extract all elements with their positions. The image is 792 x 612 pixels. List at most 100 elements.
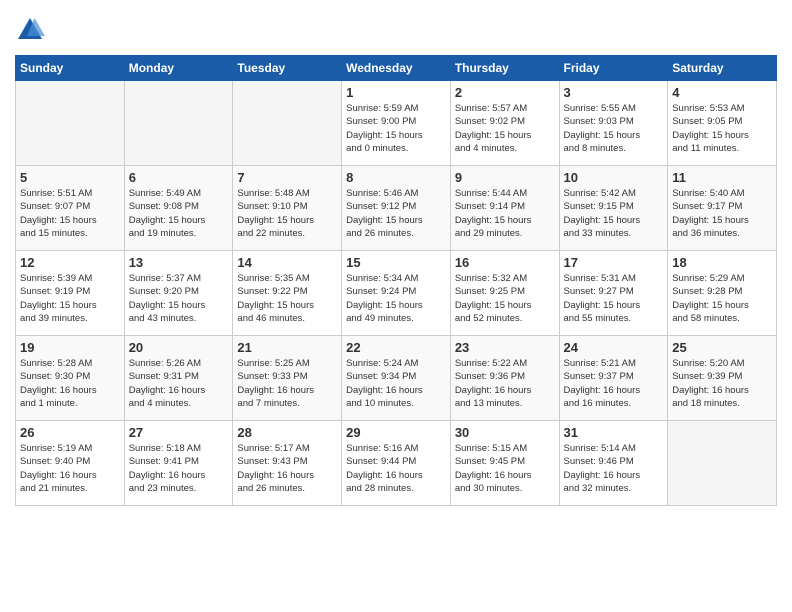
column-header-tuesday: Tuesday	[233, 56, 342, 81]
day-number: 21	[237, 340, 337, 355]
calendar-cell: 6Sunrise: 5:49 AM Sunset: 9:08 PM Daylig…	[124, 166, 233, 251]
calendar-cell: 29 Sunrise: 5:16 AM Sunset: 9:44 PM Dayli…	[342, 421, 451, 506]
day-info: Sunrise: 5:46 AM Sunset: 9:12 PM Dayligh…	[346, 187, 446, 240]
calendar-cell: 22 Sunrise: 5:24 AM Sunset: 9:34 PM Dayli…	[342, 336, 451, 421]
day-number: 8	[346, 170, 446, 185]
day-info: Sunrise: 5:44 AM Sunset: 9:14 PM Dayligh…	[455, 187, 555, 240]
calendar-cell: 4 Sunrise: 5:53 AM Sunset: 9:05 PM Daylig…	[668, 81, 777, 166]
day-info: Sunrise: 5:19 AM Sunset: 9:40 PM Dayligh…	[20, 442, 120, 495]
logo	[15, 15, 49, 45]
calendar-cell	[16, 81, 125, 166]
day-info: Sunrise: 5:55 AM Sunset: 9:03 PM Dayligh…	[564, 102, 664, 155]
day-info: Sunrise: 5:22 AM Sunset: 9:36 PM Dayligh…	[455, 357, 555, 410]
calendar-cell: 7 Sunrise: 5:48 AM Sunset: 9:10 PM Daylig…	[233, 166, 342, 251]
calendar-cell	[668, 421, 777, 506]
day-number: 28	[237, 425, 337, 440]
calendar-cell: 17 Sunrise: 5:31 AM Sunset: 9:27 PM Dayli…	[559, 251, 668, 336]
calendar-cell: 26 Sunrise: 5:19 AM Sunset: 9:40 PM Dayli…	[16, 421, 125, 506]
day-number: 1	[346, 85, 446, 100]
day-number: 2	[455, 85, 555, 100]
calendar-cell: 16 Sunrise: 5:32 AM Sunset: 9:25 PM Dayli…	[450, 251, 559, 336]
day-info: Sunrise: 5:15 AM Sunset: 9:45 PM Dayligh…	[455, 442, 555, 495]
day-number: 27	[129, 425, 229, 440]
column-header-thursday: Thursday	[450, 56, 559, 81]
day-number: 13	[129, 255, 229, 270]
column-header-saturday: Saturday	[668, 56, 777, 81]
column-header-sunday: Sunday	[16, 56, 125, 81]
calendar-week-row: 26 Sunrise: 5:19 AM Sunset: 9:40 PM Dayli…	[16, 421, 777, 506]
day-number: 29	[346, 425, 446, 440]
calendar-cell: 23 Sunrise: 5:22 AM Sunset: 9:36 PM Dayli…	[450, 336, 559, 421]
day-number: 18	[672, 255, 772, 270]
day-info: Sunrise: 5:53 AM Sunset: 9:05 PM Dayligh…	[672, 102, 772, 155]
calendar-cell: 24Sunrise: 5:21 AM Sunset: 9:37 PM Dayli…	[559, 336, 668, 421]
column-header-friday: Friday	[559, 56, 668, 81]
calendar-cell: 19 Sunrise: 5:28 AM Sunset: 9:30 PM Dayli…	[16, 336, 125, 421]
day-number: 9	[455, 170, 555, 185]
day-info: Sunrise: 5:28 AM Sunset: 9:30 PM Dayligh…	[20, 357, 120, 410]
calendar-cell: 27 Sunrise: 5:18 AM Sunset: 9:41 PM Dayli…	[124, 421, 233, 506]
day-info: Sunrise: 5:34 AM Sunset: 9:24 PM Dayligh…	[346, 272, 446, 325]
day-info: Sunrise: 5:24 AM Sunset: 9:34 PM Dayligh…	[346, 357, 446, 410]
day-info: Sunrise: 5:37 AM Sunset: 9:20 PM Dayligh…	[129, 272, 229, 325]
calendar-cell: 30 Sunrise: 5:15 AM Sunset: 9:45 PM Dayli…	[450, 421, 559, 506]
day-info: Sunrise: 5:32 AM Sunset: 9:25 PM Dayligh…	[455, 272, 555, 325]
day-info: Sunrise: 5:39 AM Sunset: 9:19 PM Dayligh…	[20, 272, 120, 325]
day-info: Sunrise: 5:51 AM Sunset: 9:07 PM Dayligh…	[20, 187, 120, 240]
calendar-cell: 18Sunrise: 5:29 AM Sunset: 9:28 PM Dayli…	[668, 251, 777, 336]
day-number: 22	[346, 340, 446, 355]
day-number: 26	[20, 425, 120, 440]
page-header	[15, 15, 777, 45]
calendar-cell: 9 Sunrise: 5:44 AM Sunset: 9:14 PM Daylig…	[450, 166, 559, 251]
calendar-cell	[124, 81, 233, 166]
day-info: Sunrise: 5:21 AM Sunset: 9:37 PM Dayligh…	[564, 357, 664, 410]
day-info: Sunrise: 5:48 AM Sunset: 9:10 PM Dayligh…	[237, 187, 337, 240]
day-number: 16	[455, 255, 555, 270]
calendar-cell	[233, 81, 342, 166]
calendar-cell: 15Sunrise: 5:34 AM Sunset: 9:24 PM Dayli…	[342, 251, 451, 336]
calendar-cell: 5 Sunrise: 5:51 AM Sunset: 9:07 PM Daylig…	[16, 166, 125, 251]
day-info: Sunrise: 5:26 AM Sunset: 9:31 PM Dayligh…	[129, 357, 229, 410]
day-info: Sunrise: 5:31 AM Sunset: 9:27 PM Dayligh…	[564, 272, 664, 325]
day-info: Sunrise: 5:18 AM Sunset: 9:41 PM Dayligh…	[129, 442, 229, 495]
column-header-monday: Monday	[124, 56, 233, 81]
day-number: 17	[564, 255, 664, 270]
day-number: 30	[455, 425, 555, 440]
calendar-table: SundayMondayTuesdayWednesdayThursdayFrid…	[15, 55, 777, 506]
calendar-cell: 25 Sunrise: 5:20 AM Sunset: 9:39 PM Dayli…	[668, 336, 777, 421]
day-number: 25	[672, 340, 772, 355]
calendar-week-row: 12Sunrise: 5:39 AM Sunset: 9:19 PM Dayli…	[16, 251, 777, 336]
calendar-week-row: 5 Sunrise: 5:51 AM Sunset: 9:07 PM Daylig…	[16, 166, 777, 251]
day-number: 6	[129, 170, 229, 185]
day-info: Sunrise: 5:59 AM Sunset: 9:00 PM Dayligh…	[346, 102, 446, 155]
day-number: 23	[455, 340, 555, 355]
day-number: 10	[564, 170, 664, 185]
calendar-header-row: SundayMondayTuesdayWednesdayThursdayFrid…	[16, 56, 777, 81]
calendar-week-row: 19 Sunrise: 5:28 AM Sunset: 9:30 PM Dayli…	[16, 336, 777, 421]
day-info: Sunrise: 5:42 AM Sunset: 9:15 PM Dayligh…	[564, 187, 664, 240]
day-number: 5	[20, 170, 120, 185]
day-info: Sunrise: 5:16 AM Sunset: 9:44 PM Dayligh…	[346, 442, 446, 495]
day-info: Sunrise: 5:25 AM Sunset: 9:33 PM Dayligh…	[237, 357, 337, 410]
day-number: 11	[672, 170, 772, 185]
calendar-cell: 20 Sunrise: 5:26 AM Sunset: 9:31 PM Dayli…	[124, 336, 233, 421]
calendar-cell: 8 Sunrise: 5:46 AM Sunset: 9:12 PM Daylig…	[342, 166, 451, 251]
day-number: 19	[20, 340, 120, 355]
day-number: 4	[672, 85, 772, 100]
calendar-cell: 3 Sunrise: 5:55 AM Sunset: 9:03 PM Daylig…	[559, 81, 668, 166]
day-info: Sunrise: 5:17 AM Sunset: 9:43 PM Dayligh…	[237, 442, 337, 495]
calendar-cell: 14 Sunrise: 5:35 AM Sunset: 9:22 PM Dayli…	[233, 251, 342, 336]
day-number: 20	[129, 340, 229, 355]
calendar-cell: 13 Sunrise: 5:37 AM Sunset: 9:20 PM Dayli…	[124, 251, 233, 336]
calendar-week-row: 1 Sunrise: 5:59 AM Sunset: 9:00 PM Daylig…	[16, 81, 777, 166]
calendar-cell: 1 Sunrise: 5:59 AM Sunset: 9:00 PM Daylig…	[342, 81, 451, 166]
day-info: Sunrise: 5:40 AM Sunset: 9:17 PM Dayligh…	[672, 187, 772, 240]
day-number: 14	[237, 255, 337, 270]
day-info: Sunrise: 5:20 AM Sunset: 9:39 PM Dayligh…	[672, 357, 772, 410]
day-number: 31	[564, 425, 664, 440]
day-info: Sunrise: 5:35 AM Sunset: 9:22 PM Dayligh…	[237, 272, 337, 325]
calendar-cell: 12Sunrise: 5:39 AM Sunset: 9:19 PM Dayli…	[16, 251, 125, 336]
day-number: 7	[237, 170, 337, 185]
column-header-wednesday: Wednesday	[342, 56, 451, 81]
day-number: 3	[564, 85, 664, 100]
